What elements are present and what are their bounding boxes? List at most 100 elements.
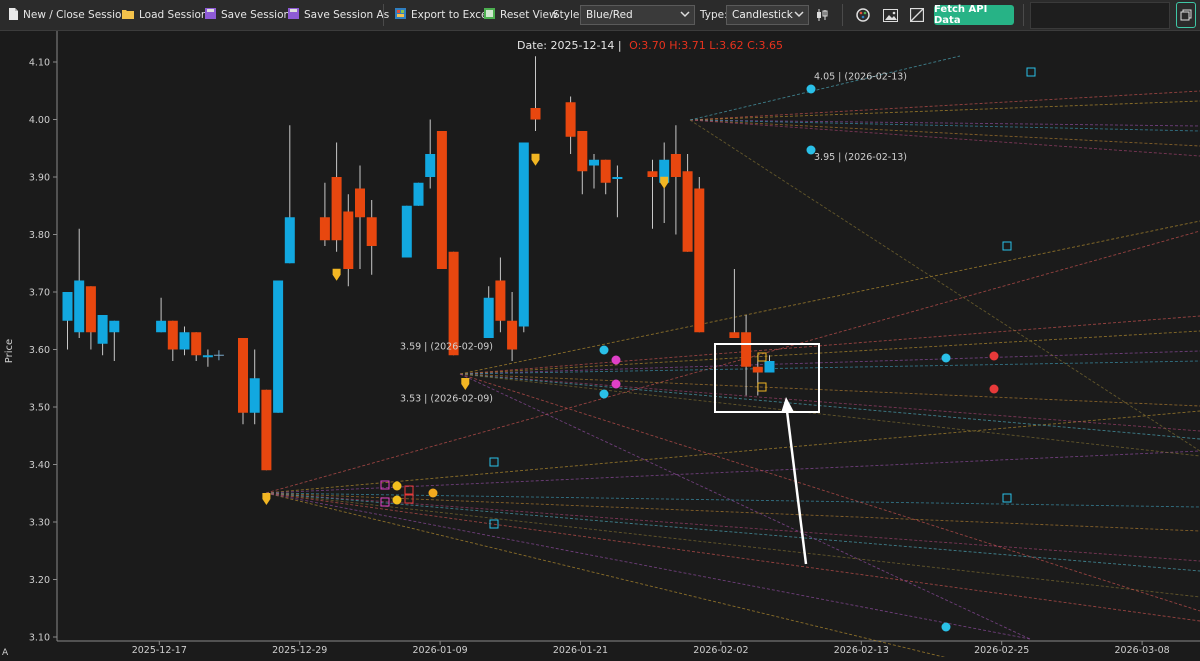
load-session-label: Load Session xyxy=(139,9,208,21)
type-label: Type: xyxy=(700,9,728,21)
reset-view-button[interactable]: Reset View xyxy=(484,0,558,30)
save-icon xyxy=(205,8,216,22)
y-tick-label: 4.00 xyxy=(29,115,50,126)
fetch-api-data-button[interactable]: Fetch API Data xyxy=(934,4,1014,26)
candle-body xyxy=(74,280,85,333)
candle-body xyxy=(518,142,529,327)
candle-body xyxy=(284,217,295,264)
x-tick-label: 2026-01-21 xyxy=(553,645,608,656)
price-label: 3.53 | (2026-02-09) xyxy=(400,393,493,404)
diagonal-line-icon[interactable] xyxy=(907,5,927,25)
save-session-as-button[interactable]: Save Session As xyxy=(288,0,389,30)
type-select[interactable]: Candlestick xyxy=(726,5,809,25)
projection-dot xyxy=(941,622,951,632)
style-select[interactable]: Blue/Red xyxy=(580,5,695,25)
toolbar-divider xyxy=(842,4,843,26)
toolbar-divider xyxy=(383,4,384,26)
candle-body xyxy=(741,332,752,367)
new-close-session-button[interactable]: New / Close Session xyxy=(8,0,128,30)
price-chart[interactable]: 3.10 3.20 3.30 3.40 3.50 3.60 3.70 3.80 3.90 4.00… xyxy=(0,31,1200,661)
style-select-value: Blue/Red xyxy=(586,9,633,21)
candle-body xyxy=(401,205,412,258)
candle-body xyxy=(436,131,447,269)
export-excel-label: Export to Excel xyxy=(411,9,491,21)
x-tick-label: 2026-02-25 xyxy=(974,645,1029,656)
y-tick-label: 3.50 xyxy=(29,403,50,414)
y-tick-label: 4.10 xyxy=(29,58,50,69)
candle-body xyxy=(647,171,658,177)
candle-body xyxy=(62,292,73,321)
search-input[interactable] xyxy=(1030,2,1170,29)
candle-body xyxy=(600,159,611,183)
price-label: 3.59 | (2026-02-09) xyxy=(400,342,493,353)
candle-body xyxy=(764,361,775,373)
candle-body xyxy=(413,182,424,206)
x-tick-label: 2026-01-09 xyxy=(412,645,467,656)
chevron-down-icon xyxy=(680,9,690,22)
candle-body xyxy=(97,315,108,344)
candles-icon[interactable] xyxy=(812,5,832,25)
y-tick-label: 3.70 xyxy=(29,288,50,299)
candle-body xyxy=(85,286,96,333)
projection-dot xyxy=(611,355,621,365)
load-session-button[interactable]: Load Session xyxy=(122,0,208,30)
projection-dot xyxy=(941,353,951,363)
candle-body xyxy=(167,320,178,350)
y-tick-label: 3.40 xyxy=(29,460,50,471)
y-tick-label: 3.90 xyxy=(29,173,50,184)
y-tick-label: 3.30 xyxy=(29,518,50,529)
candle-body xyxy=(109,320,120,333)
new-close-session-label: New / Close Session xyxy=(23,9,129,21)
projection-dot xyxy=(599,345,609,355)
corner-marker: A xyxy=(2,648,9,657)
reset-view-icon xyxy=(484,8,495,22)
candle-body xyxy=(261,389,272,471)
price-label: 4.05 | (2026-02-13) xyxy=(814,71,907,82)
projection-dot xyxy=(989,384,999,394)
restore-button[interactable] xyxy=(1176,2,1196,28)
candle-body xyxy=(589,159,599,166)
export-excel-button[interactable]: Export to Excel xyxy=(395,0,490,30)
y-axis-label: Price xyxy=(4,339,15,363)
candle-body xyxy=(507,320,518,350)
candle-body xyxy=(682,171,693,252)
chart-svg[interactable]: 3.10 3.20 3.30 3.40 3.50 3.60 3.70 3.80 3.90 4.00… xyxy=(0,31,1200,661)
candle-body xyxy=(343,211,354,269)
info-ohlc: O:3.70 H:3.71 L:3.62 C:3.65 xyxy=(629,39,783,52)
candle-body xyxy=(752,366,763,373)
candle-body xyxy=(694,188,705,333)
image-icon[interactable] xyxy=(880,5,900,25)
candle-body xyxy=(191,332,202,356)
color-wheel-icon[interactable] xyxy=(853,5,873,25)
save-session-label: Save Session xyxy=(221,9,291,21)
candle-body xyxy=(670,154,681,177)
candle-body xyxy=(156,320,167,333)
projection-dot xyxy=(392,481,402,491)
candle-body xyxy=(495,280,506,321)
candle-body xyxy=(273,280,284,413)
x-tick-label: 2026-02-13 xyxy=(834,645,889,656)
folder-icon xyxy=(122,9,134,22)
x-tick-label: 2026-02-02 xyxy=(693,645,748,656)
candle-body xyxy=(202,355,213,358)
projection-dot xyxy=(428,488,438,498)
y-tick-label: 3.10 xyxy=(29,633,50,644)
candle-body xyxy=(319,217,330,241)
candle-body xyxy=(331,177,342,241)
candle-body xyxy=(577,131,588,172)
excel-icon xyxy=(395,8,406,22)
save-session-button[interactable]: Save Session xyxy=(205,0,290,30)
reset-view-label: Reset View xyxy=(500,9,558,21)
candle-body xyxy=(530,108,541,120)
candle-body xyxy=(448,251,459,356)
ohlc-info: Date: 2025-12-14 | O:3.70 H:3.71 L:3.62 … xyxy=(517,39,783,52)
price-label: 3.95 | (2026-02-13) xyxy=(814,152,907,163)
candle-body xyxy=(483,297,494,338)
candle-body xyxy=(729,332,740,338)
chevron-down-icon xyxy=(794,9,804,22)
y-tick-label: 3.60 xyxy=(29,345,50,356)
projection-dot xyxy=(806,84,816,94)
info-date: Date: 2025-12-14 | xyxy=(517,39,622,52)
candle-body xyxy=(355,188,365,218)
candle-body xyxy=(425,154,436,177)
